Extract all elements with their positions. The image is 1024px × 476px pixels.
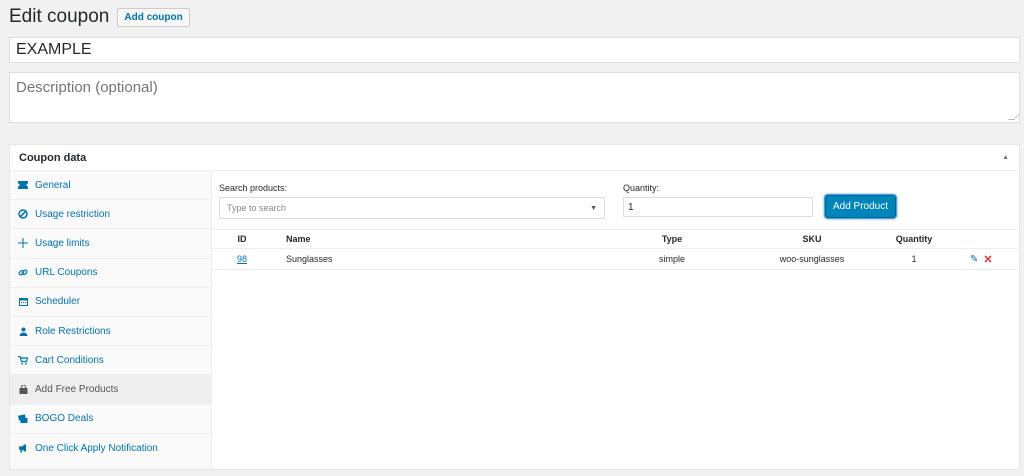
- add-product-button[interactable]: Add Product: [825, 195, 896, 218]
- tab-label: Cart Conditions: [35, 354, 104, 366]
- link-icon: [18, 268, 28, 278]
- user-icon: [18, 326, 28, 336]
- crosshair-icon: [18, 238, 28, 249]
- delete-icon[interactable]: ✕: [983, 253, 992, 266]
- tab-usage-restriction[interactable]: Usage restriction: [10, 200, 211, 230]
- triangle-up-icon[interactable]: ▲: [1002, 154, 1009, 161]
- row-actions: ✎ ✕: [970, 249, 1000, 269]
- tab-bogo-deals[interactable]: BOGO Deals: [10, 405, 211, 434]
- coupon-data-panel: Coupon data ▲ General Usage restriction …: [9, 144, 1020, 470]
- product-quantity: 1: [911, 254, 917, 264]
- tab-label: URL Coupons: [35, 267, 98, 279]
- cart-icon: [18, 355, 28, 365]
- megaphone-icon: [18, 443, 28, 453]
- tab-label: Add Free Products: [35, 383, 119, 395]
- search-placeholder: Type to search: [227, 203, 287, 213]
- column-header-sku: SKU: [802, 234, 822, 244]
- tab-one-click-apply-notification[interactable]: One Click Apply Notification: [10, 434, 211, 463]
- tickets-icon: [18, 413, 28, 424]
- column-header-name: Name: [286, 234, 311, 244]
- tab-scheduler[interactable]: Scheduler: [10, 288, 211, 317]
- product-type: simple: [658, 254, 685, 264]
- column-header-quantity: Quantity: [895, 234, 933, 244]
- tab-label: Usage limits: [35, 237, 90, 249]
- chevron-down-icon: ▼: [590, 204, 597, 212]
- table-header: ID Name Type SKU Quantity: [212, 229, 1019, 249]
- product-sku: woo-sunglasses: [779, 254, 845, 264]
- tab-label: General: [35, 179, 71, 191]
- tab-usage-limits[interactable]: Usage limits: [10, 229, 211, 259]
- tab-role-restrictions[interactable]: Role Restrictions: [10, 317, 211, 347]
- page-title: Edit coupon: [9, 6, 110, 27]
- calendar-icon: [18, 297, 28, 307]
- prohibited-icon: [18, 209, 28, 220]
- tab-cart-conditions[interactable]: Cart Conditions: [10, 346, 211, 376]
- tab-label: One Click Apply Notification: [35, 442, 158, 454]
- ticket-icon: [18, 180, 28, 190]
- table-row: 98 Sunglasses simple woo-sunglasses 1 ✎ …: [212, 249, 1019, 270]
- tab-url-coupons[interactable]: URL Coupons: [10, 259, 211, 288]
- product-name: Sunglasses: [286, 254, 333, 264]
- column-header-type: Type: [661, 234, 683, 244]
- coupon-data-tabs: General Usage restriction Usage limits U…: [10, 171, 212, 469]
- quantity-input[interactable]: [623, 197, 813, 217]
- description-field[interactable]: [9, 72, 1020, 123]
- tab-general[interactable]: General: [10, 171, 211, 201]
- coupon-data-header[interactable]: Coupon data ▲: [10, 145, 1019, 171]
- coupon-data-title: Coupon data: [19, 151, 87, 164]
- column-header-id: ID: [237, 234, 247, 244]
- search-products-label: Search products:: [219, 183, 288, 193]
- coupon-code-input[interactable]: [9, 37, 1020, 63]
- free-products-panel: Search products: Type to search ▼ Quanti…: [212, 171, 1019, 469]
- id-cell: 98: [232, 249, 252, 269]
- free-products-table: ID Name Type SKU Quantity 98 Sunglasses …: [212, 229, 1019, 270]
- tab-label: Scheduler: [35, 296, 81, 308]
- pencil-icon[interactable]: ✎: [970, 254, 978, 265]
- add-coupon-button[interactable]: Add coupon: [117, 8, 190, 27]
- tab-label: Usage restriction: [35, 208, 111, 220]
- tab-label: BOGO Deals: [35, 413, 94, 425]
- bag-icon: [18, 384, 28, 394]
- tab-add-free-products[interactable]: Add Free Products: [10, 375, 211, 405]
- page-header: Edit coupon Add coupon: [9, 6, 190, 28]
- quantity-label: Quantity:: [623, 183, 660, 193]
- product-id-link[interactable]: 98: [237, 254, 247, 264]
- tab-label: Role Restrictions: [35, 325, 111, 337]
- search-products-select[interactable]: Type to search ▼: [219, 197, 605, 219]
